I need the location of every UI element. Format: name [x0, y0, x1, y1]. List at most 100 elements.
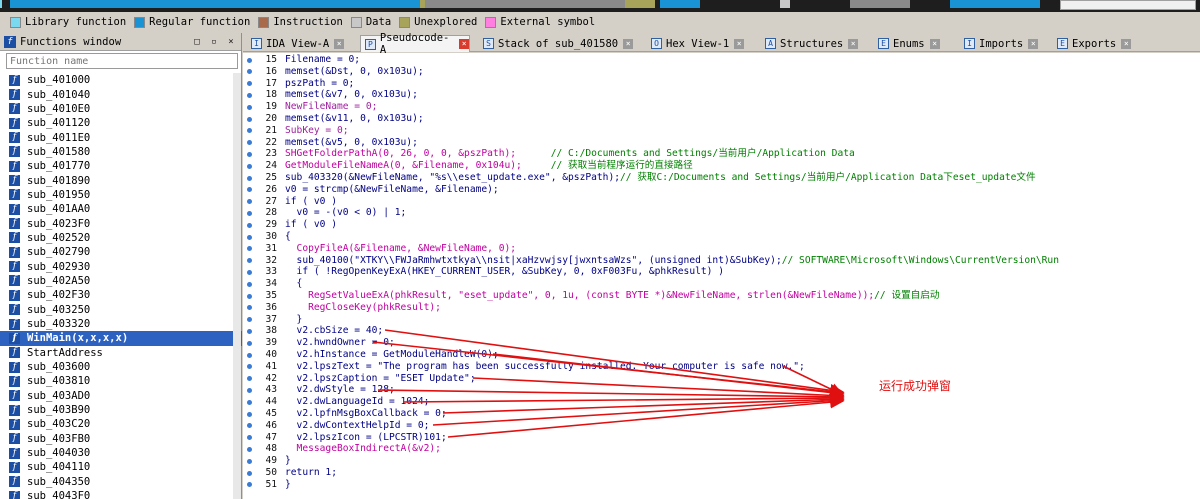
tab-close-icon[interactable]: ×: [734, 38, 745, 49]
code-line[interactable]: RegSetValueExA(phkResult, "eset_update",…: [285, 290, 939, 302]
tab-close-icon[interactable]: ×: [1121, 38, 1132, 49]
tab-stack-of-sub-401580[interactable]: S Stack of sub_401580 ×: [479, 35, 639, 52]
code-line[interactable]: memset(&Dst, 0, 0x103u);: [285, 66, 424, 78]
function-list-item[interactable]: f sub_404110: [0, 460, 242, 474]
function-list-item[interactable]: f sub_4010E0: [0, 102, 242, 116]
code-line[interactable]: if ( !RegOpenKeyExA(HKEY_CURRENT_USER, &…: [285, 266, 724, 278]
function-list-item[interactable]: f sub_401120: [0, 116, 242, 130]
function-list-item[interactable]: f sub_401040: [0, 87, 242, 101]
breakpoint-dot[interactable]: [247, 128, 252, 134]
tab-close-icon[interactable]: ×: [929, 38, 940, 49]
code-line[interactable]: pszPath = 0;: [285, 78, 354, 90]
breakpoint-dot[interactable]: [247, 446, 252, 452]
code-line[interactable]: v2.dwContextHelpId = 0;: [285, 420, 430, 432]
breakpoint-dot[interactable]: [247, 364, 252, 370]
function-search-box[interactable]: [6, 53, 238, 69]
function-list-item[interactable]: f sub_401000: [0, 73, 242, 87]
function-list-item[interactable]: f sub_402930: [0, 259, 242, 273]
function-list-item[interactable]: f sub_4043F0: [0, 489, 242, 499]
code-line[interactable]: sub_40100("XTKY\\FWJaRmhwtxtkya\\nsit|xa…: [285, 255, 1059, 267]
navigation-band[interactable]: [0, 0, 1200, 12]
breakpoint-dot[interactable]: [247, 69, 252, 75]
code-line[interactable]: }: [285, 314, 303, 326]
breakpoint-dot[interactable]: [247, 234, 252, 240]
code-line[interactable]: memset(&v5, 0, 0x103u);: [285, 137, 418, 149]
tab-exports[interactable]: E Exports ×: [1053, 35, 1143, 52]
code-line[interactable]: CopyFileA(&Filename, &NewFileName, 0);: [285, 243, 517, 255]
function-list-item[interactable]: f StartAddress: [0, 346, 242, 360]
code-line[interactable]: RegCloseKey(phkResult);: [285, 302, 441, 314]
code-line[interactable]: v2.lpszCaption = "ESET Update";: [285, 373, 476, 385]
code-line[interactable]: SHGetFolderPathA(0, 26, 0, 0, &pszPath);…: [285, 148, 855, 160]
code-line[interactable]: memset(&v11, 0, 0x103u);: [285, 113, 424, 125]
breakpoint-dot[interactable]: [247, 458, 252, 464]
breakpoint-dot[interactable]: [247, 116, 252, 122]
segment-dropdown[interactable]: [1060, 0, 1196, 10]
function-list-item[interactable]: f sub_403600: [0, 360, 242, 374]
code-line[interactable]: v2.lpfnMsgBoxCallback = 0;: [285, 408, 447, 420]
function-list-item[interactable]: f WinMain(x,x,x,x): [0, 331, 242, 346]
breakpoint-dot[interactable]: [247, 151, 252, 157]
float-icon[interactable]: ▫: [207, 35, 221, 49]
tab-close-icon[interactable]: ×: [623, 38, 634, 49]
tab-structures[interactable]: A Structures ×: [761, 35, 866, 52]
tab-imports[interactable]: I Imports ×: [960, 35, 1044, 52]
function-list-item[interactable]: f sub_402790: [0, 245, 242, 259]
breakpoint-dot[interactable]: [247, 317, 252, 323]
tab-close-icon[interactable]: ×: [459, 39, 469, 49]
code-line[interactable]: v2.lpszIcon = (LPCSTR)101;: [285, 432, 447, 444]
breakpoint-dot[interactable]: [247, 57, 252, 63]
breakpoint-dot[interactable]: [247, 92, 252, 98]
breakpoint-dot[interactable]: [247, 399, 252, 405]
breakpoint-dot[interactable]: [247, 387, 252, 393]
code-line[interactable]: sub_403320(&NewFileName, "%s\\eset_updat…: [285, 172, 1036, 184]
breakpoint-dot[interactable]: [247, 376, 252, 382]
function-list-item[interactable]: f sub_402520: [0, 231, 242, 245]
breakpoint-dot[interactable]: [247, 199, 252, 205]
minimize-icon[interactable]: □: [190, 35, 204, 49]
tab-enums[interactable]: E Enums ×: [874, 35, 952, 52]
code-line[interactable]: if ( v0 ): [285, 219, 337, 231]
function-list-item[interactable]: f sub_402F30: [0, 288, 242, 302]
code-line[interactable]: memset(&v7, 0, 0x103u);: [285, 89, 418, 101]
breakpoint-dot[interactable]: [247, 246, 252, 252]
tab-pseudocode-a[interactable]: P Pseudocode-A ×: [360, 32, 470, 56]
close-icon[interactable]: ×: [224, 35, 238, 49]
breakpoint-dot[interactable]: [247, 352, 252, 358]
code-line[interactable]: v2.cbSize = 40;: [285, 325, 384, 337]
code-line[interactable]: v2.hInstance = GetModuleHandleW(0);: [285, 349, 499, 361]
code-line[interactable]: SubKey = 0;: [285, 125, 349, 137]
function-list-scrollbar[interactable]: [233, 73, 241, 499]
code-line[interactable]: v2.dwStyle = 128;: [285, 384, 395, 396]
breakpoint-dot[interactable]: [247, 258, 252, 264]
function-list-item[interactable]: f sub_401950: [0, 188, 242, 202]
breakpoint-dot[interactable]: [247, 470, 252, 476]
code-line[interactable]: if ( v0 ): [285, 196, 337, 208]
function-list-item[interactable]: f sub_401580: [0, 145, 242, 159]
code-line[interactable]: {: [285, 278, 303, 290]
breakpoint-dot[interactable]: [247, 104, 252, 110]
breakpoint-dot[interactable]: [247, 293, 252, 299]
breakpoint-dot[interactable]: [247, 269, 252, 275]
code-line[interactable]: v2.lpszText = "The program has been succ…: [285, 361, 805, 373]
code-line[interactable]: NewFileName = 0;: [285, 101, 377, 113]
function-list-item[interactable]: f sub_403320: [0, 317, 242, 331]
function-list-item[interactable]: f sub_4011E0: [0, 130, 242, 144]
breakpoint-dot[interactable]: [247, 423, 252, 429]
breakpoint-dot[interactable]: [247, 328, 252, 334]
function-list-item[interactable]: f sub_401AA0: [0, 202, 242, 216]
function-list-item[interactable]: f sub_403B90: [0, 403, 242, 417]
breakpoint-dot[interactable]: [247, 411, 252, 417]
tab-close-icon[interactable]: ×: [848, 38, 859, 49]
breakpoint-dot[interactable]: [247, 281, 252, 287]
code-line[interactable]: v2.hwndOwner = 0;: [285, 337, 395, 349]
breakpoint-dot[interactable]: [247, 187, 252, 193]
code-line[interactable]: MessageBoxIndirectA(&v2);: [285, 443, 441, 455]
code-line[interactable]: return 1;: [285, 467, 337, 479]
code-line[interactable]: {: [285, 231, 291, 243]
pseudocode-view[interactable]: 15 Filename = 0; 16 memset(&Dst, 0, 0x103u)…: [243, 53, 1200, 499]
tab-hex-view-1[interactable]: O Hex View-1 ×: [647, 35, 753, 52]
breakpoint-dot[interactable]: [247, 482, 252, 488]
code-line[interactable]: GetModuleFileNameA(0, &Filename, 0x104u)…: [285, 160, 693, 172]
function-list-item[interactable]: f sub_404350: [0, 475, 242, 489]
